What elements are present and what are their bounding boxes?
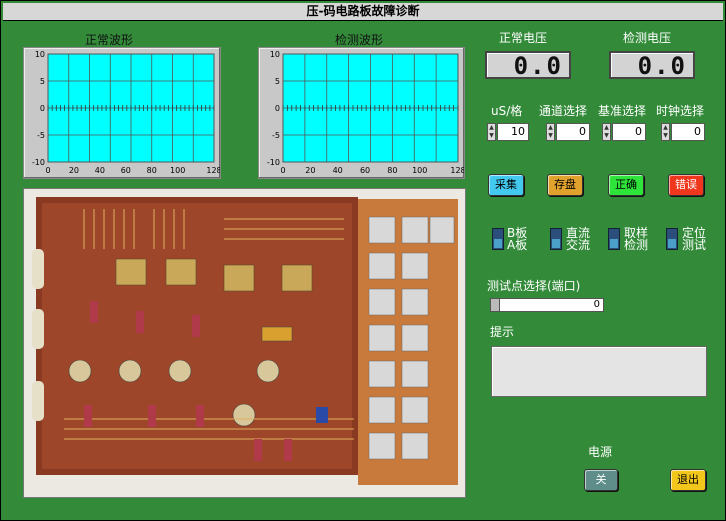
channel-select-spinner[interactable]: ▲ ▼ [546,123,555,141]
x-tick-label: 0 [45,166,50,175]
measured-waveform-title: 检测波形 [335,33,384,47]
power-label: 电源 [588,445,613,459]
normal-voltage-label: 正常电压 [499,31,548,45]
channel-select-input[interactable]: 0 [556,123,590,141]
sample-toggle[interactable] [608,228,620,250]
window-title: 压-码电路板故障诊断 [3,3,723,21]
coupling-toggle[interactable] [550,228,562,250]
reference-select-control[interactable]: ▲ ▼ 0 [602,123,646,141]
power-off-button[interactable]: 关 [584,469,618,491]
channel-select-control[interactable]: ▲ ▼ 0 [546,123,590,141]
clock-select-spinner[interactable]: ▲ ▼ [661,123,670,141]
x-tick-label: 20 [305,166,315,175]
time-per-div-spinner[interactable]: ▲ ▼ [487,123,496,141]
y-tick-label: -5 [37,131,45,140]
y-tick-label: 5 [40,77,45,86]
x-tick-label: 0 [280,166,285,175]
measured-voltage-label: 检测电压 [623,31,672,45]
exit-button[interactable]: 退出 [670,469,706,491]
measured-waveform-scope: 10 5 0 -5 -10 0 20 40 60 80 100 128 [258,47,465,179]
x-tick-label: 100 [170,166,185,175]
x-tick-label: 80 [387,166,397,175]
y-tick-label: -10 [32,158,45,167]
reference-select-spinner[interactable]: ▲ ▼ [602,123,611,141]
correct-button[interactable]: 正确 [608,174,644,196]
x-tick-label: 60 [121,166,131,175]
x-tick-label: 20 [69,166,79,175]
y-tick-label: 0 [275,104,280,113]
x-tick-label: 40 [333,166,343,175]
mode-toggle-bottom-label: 测试 [682,238,707,252]
acquire-button[interactable]: 采集 [488,174,524,196]
x-tick-label: 128 [450,166,464,175]
measured-voltage-display: 0.0 [609,51,695,79]
y-tick-label: -5 [272,131,280,140]
hint-box [491,346,707,397]
y-tick-label: 10 [270,50,280,59]
channel-select-label: 通道选择 [539,104,588,118]
x-tick-label: 40 [95,166,105,175]
scope1-plot: 1050-5-100 20 40 60 80 100 128 [267,50,464,175]
test-point-label: 测试点选择(端口) [487,279,581,293]
reference-select-input[interactable]: 0 [612,123,646,141]
time-per-div-control[interactable]: ▲ ▼ 10 [487,123,529,141]
y-tick-label: -10 [267,158,280,167]
clock-select-label: 时钟选择 [656,104,705,118]
x-tick-label: 100 [412,166,427,175]
y-tick-label: 5 [275,77,280,86]
coupling-toggle-bottom-label: 交流 [566,238,591,252]
reference-select-label: 基准选择 [598,104,647,118]
mode-toggle[interactable] [666,228,678,250]
y-tick-label: 10 [35,50,45,59]
hint-label: 提示 [490,325,515,339]
clock-select-input[interactable]: 0 [671,123,705,141]
y-tick-label: 0 [40,104,45,113]
sample-toggle-bottom-label: 检测 [624,238,649,252]
normal-voltage-display: 0.0 [485,51,571,79]
x-tick-label: 60 [360,166,370,175]
circuit-board-image [23,188,466,498]
main-window: 压-码电路板故障诊断 正常波形 10 5 0 -5 -10 0 20 40 60 80 100 128… [0,0,726,521]
time-per-div-label: uS/格 [491,104,523,118]
test-point-value: 0 [593,299,600,310]
x-tick-label: 80 [147,166,157,175]
scope0-plot: 1050-5-100 20 40 60 80 100 128 [32,50,220,175]
time-per-div-input[interactable]: 10 [497,123,529,141]
clock-select-control[interactable]: ▲ ▼ 0 [661,123,705,141]
error-button[interactable]: 错误 [668,174,704,196]
save-button[interactable]: 存盘 [547,174,583,196]
normal-waveform-title: 正常波形 [85,33,134,47]
x-tick-label: 128 [206,166,220,175]
board-toggle[interactable] [492,228,504,250]
test-point-slider[interactable]: 0 [490,298,604,312]
normal-waveform-scope: 10 5 0 -5 -10 0 20 40 60 80 100 128 [23,47,221,179]
board-toggle-bottom-label: A板 [507,238,528,252]
test-point-slider-thumb[interactable] [491,299,500,311]
